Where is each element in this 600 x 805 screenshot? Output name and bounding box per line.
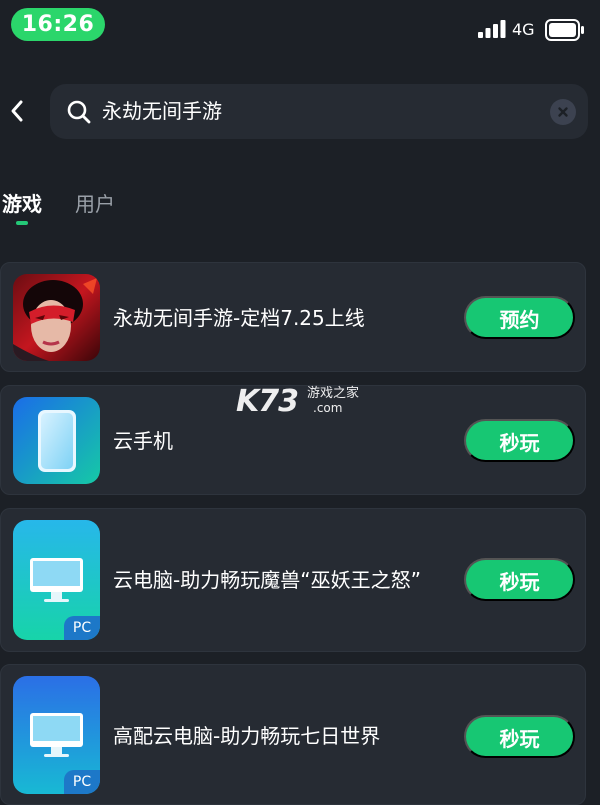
active-tab-indicator: [16, 221, 28, 225]
play-now-button[interactable]: 秒玩: [464, 419, 575, 462]
cloud-pc-icon: PC: [13, 676, 100, 794]
tab-users[interactable]: 用户: [75, 190, 115, 218]
result-card[interactable]: PC 云电脑-助力畅玩魔兽“巫妖王之怒” 秒玩: [0, 508, 586, 652]
back-button[interactable]: [2, 93, 32, 129]
search-box[interactable]: [50, 84, 588, 139]
result-card[interactable]: 永劫无间手游-定档7.25上线 预约: [0, 262, 586, 372]
naraka-game-icon: [13, 274, 100, 361]
result-title: 永劫无间手游-定档7.25上线: [113, 306, 365, 330]
search-input[interactable]: [102, 84, 522, 139]
play-now-button[interactable]: 秒玩: [464, 715, 575, 758]
tab-games[interactable]: 游戏: [2, 190, 42, 218]
result-card[interactable]: 云手机 秒玩: [0, 385, 586, 495]
status-bar: 16:26 4G: [0, 0, 600, 50]
close-icon: [558, 107, 568, 117]
result-card[interactable]: PC 高配云电脑-助力畅玩七日世界 秒玩: [0, 664, 586, 805]
status-time: 16:26: [11, 8, 105, 41]
battery-icon: [545, 19, 584, 41]
cloud-pc-icon: PC: [13, 520, 100, 640]
result-title: 云手机: [113, 429, 173, 453]
pc-badge: PC: [64, 770, 100, 794]
result-title: 云电脑-助力畅玩魔兽“巫妖王之怒”: [113, 568, 421, 592]
search-icon: [67, 100, 91, 124]
cloud-phone-icon: [13, 397, 100, 484]
clear-search-button[interactable]: [550, 99, 576, 125]
play-now-button[interactable]: 秒玩: [464, 558, 575, 601]
reserve-button[interactable]: 预约: [464, 296, 575, 339]
pc-badge: PC: [64, 616, 100, 640]
network-type: 4G: [512, 20, 535, 39]
cellular-signal-icon: [478, 20, 506, 38]
chevron-left-icon: [11, 100, 23, 122]
result-title: 高配云电脑-助力畅玩七日世界: [113, 724, 381, 748]
